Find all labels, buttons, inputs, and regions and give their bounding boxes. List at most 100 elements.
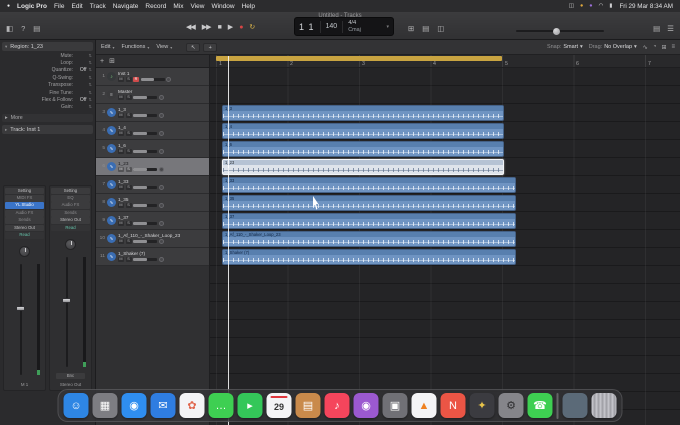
- track-pan-knob[interactable]: [158, 221, 164, 226]
- mute-button[interactable]: M: [118, 112, 124, 119]
- master-volume-knob[interactable]: [552, 27, 560, 35]
- track-row[interactable]: 3 ∿ 1_3 M S: [96, 104, 209, 122]
- functions-menu-button[interactable]: Functions ▾: [122, 44, 150, 50]
- inspector-toggle-button[interactable]: ◧: [6, 24, 13, 34]
- menu-item[interactable]: Mix: [173, 3, 183, 10]
- dock-calendar-icon[interactable]: 29: [266, 393, 292, 418]
- dock-notes-icon[interactable]: ▤: [295, 393, 321, 418]
- channel-strip-slot[interactable]: Read: [51, 224, 90, 232]
- audio-region[interactable]: 1_6: [222, 141, 504, 157]
- solo-button[interactable]: S: [125, 184, 132, 191]
- master-volume-slider[interactable]: [516, 27, 604, 35]
- region-more-toggle[interactable]: ▸ More: [2, 114, 93, 123]
- stop-button[interactable]: ■: [218, 24, 222, 31]
- region-parameter-row[interactable]: Mute:: [0, 52, 95, 59]
- region-inspector-header[interactable]: ▾ Region: 1_23: [2, 42, 93, 51]
- smart-controls-button[interactable]: ⊞: [408, 24, 414, 34]
- region-parameter-row[interactable]: Transpose:: [0, 82, 95, 89]
- track-pan-knob[interactable]: [158, 257, 164, 262]
- mute-button[interactable]: M: [118, 202, 124, 209]
- dock-vlc-icon[interactable]: ▲: [411, 393, 437, 418]
- track-pan-knob[interactable]: [158, 149, 164, 154]
- edit-menu-button[interactable]: Edit ▾: [101, 44, 115, 50]
- track-row[interactable]: 9 ∿ 1_37 M S: [96, 212, 209, 230]
- track-pan-knob[interactable]: [158, 131, 164, 136]
- dock-music-icon[interactable]: ♪: [324, 393, 350, 418]
- track-volume-slider[interactable]: [133, 240, 157, 243]
- pan-knob[interactable]: [65, 238, 76, 250]
- menu-item[interactable]: View: [190, 3, 204, 10]
- dock-photo-booth-icon[interactable]: ▣: [382, 393, 408, 418]
- zoom-presets-button[interactable]: ⊞: [661, 44, 666, 51]
- track-row[interactable]: 5 ∿ 1_6 M S: [96, 140, 209, 158]
- dock-finder-icon[interactable]: ☺: [63, 393, 89, 418]
- track-pan-knob[interactable]: [158, 167, 164, 172]
- track-pan-knob[interactable]: [158, 203, 164, 208]
- track-row[interactable]: 2 ≡ Master M S: [96, 86, 209, 104]
- play-button[interactable]: ▶: [228, 23, 233, 31]
- library-toggle-button[interactable]: ▤: [33, 24, 40, 34]
- menu-item[interactable]: Window: [211, 3, 234, 10]
- drag-menu[interactable]: Drag: No Overlap ▾: [589, 44, 637, 50]
- audio-region[interactable]: 1_33: [222, 177, 516, 193]
- track-name[interactable]: 1_Shaker (7): [118, 251, 209, 256]
- mute-button[interactable]: M: [118, 166, 124, 173]
- fader-knob[interactable]: [62, 298, 72, 304]
- track-volume-slider[interactable]: [133, 204, 157, 207]
- dock-launchpad-icon[interactable]: ▦: [92, 393, 118, 418]
- channel-strip-slot[interactable]: Sends: [51, 209, 90, 217]
- apple-menu-icon[interactable]: ●: [7, 3, 10, 9]
- audio-region[interactable]: 1_35: [222, 195, 516, 211]
- screen-record-icon[interactable]: ●: [580, 3, 583, 9]
- solo-button[interactable]: S: [125, 256, 132, 263]
- command-click-tool-button[interactable]: +: [203, 42, 218, 52]
- mute-button[interactable]: M: [118, 148, 124, 155]
- snap-menu[interactable]: Snap: Smart ▾: [547, 44, 583, 50]
- channel-strip-slot[interactable]: Setting: [5, 187, 44, 195]
- track-name[interactable]: Inst 1: [118, 71, 209, 76]
- display-icon[interactable]: ◫: [569, 3, 574, 9]
- parameter-value[interactable]: [76, 53, 92, 59]
- dock-separator[interactable]: [556, 392, 559, 419]
- solo-button[interactable]: S: [125, 166, 132, 173]
- region-parameter-row[interactable]: Fine Tune:: [0, 89, 95, 96]
- volume-fader[interactable]: [51, 255, 90, 369]
- menu-item[interactable]: Track: [90, 3, 106, 10]
- parameter-value[interactable]: [76, 75, 92, 81]
- pan-knob[interactable]: [19, 246, 30, 258]
- dock-messages-icon[interactable]: …: [208, 393, 234, 418]
- more-options-button[interactable]: ≡: [671, 44, 675, 51]
- mute-button[interactable]: M: [118, 184, 124, 191]
- flex-button[interactable]: ∿: [643, 44, 648, 51]
- track-pan-knob[interactable]: [158, 185, 164, 190]
- track-row[interactable]: 4 ∿ 1_4 M S: [96, 122, 209, 140]
- track-volume-slider[interactable]: [133, 150, 157, 153]
- solo-button[interactable]: S: [125, 130, 132, 137]
- parameter-value[interactable]: [76, 104, 92, 110]
- audio-region[interactable]: 1_23: [222, 159, 504, 175]
- dock-podcasts-icon[interactable]: ◉: [353, 393, 379, 418]
- menu-item[interactable]: Help: [242, 3, 255, 10]
- audio-region[interactable]: 1_Shaker (7): [222, 249, 516, 265]
- track-pan-knob[interactable]: [166, 77, 171, 82]
- mute-button[interactable]: M: [118, 76, 124, 83]
- solo-button[interactable]: S: [125, 238, 132, 245]
- track-volume-slider[interactable]: [133, 258, 157, 261]
- rewind-button[interactable]: ◀◀: [186, 23, 196, 31]
- region-parameter-row[interactable]: Loop:: [0, 59, 95, 66]
- track-name[interactable]: 1_37: [118, 215, 209, 220]
- duplicate-track-button[interactable]: ⊞: [109, 57, 115, 65]
- mute-button[interactable]: M: [118, 94, 124, 101]
- channel-strip-slot[interactable]: Setting: [51, 187, 90, 195]
- solo-button[interactable]: S: [125, 220, 132, 227]
- channel-strip-slot[interactable]: Stereo Out: [5, 224, 44, 232]
- solo-button[interactable]: S: [125, 112, 132, 119]
- forward-button[interactable]: ▶▶: [202, 23, 212, 31]
- dock-game-center-icon[interactable]: ✦: [469, 393, 495, 418]
- track-name[interactable]: 1_33: [118, 179, 209, 184]
- track-pan-knob[interactable]: [158, 95, 164, 100]
- track-row[interactable]: 7 ∿ 1_33 M S: [96, 176, 209, 194]
- track-pan-knob[interactable]: [158, 239, 164, 244]
- track-name[interactable]: Master: [118, 89, 209, 94]
- dock-news-icon[interactable]: N: [440, 393, 466, 418]
